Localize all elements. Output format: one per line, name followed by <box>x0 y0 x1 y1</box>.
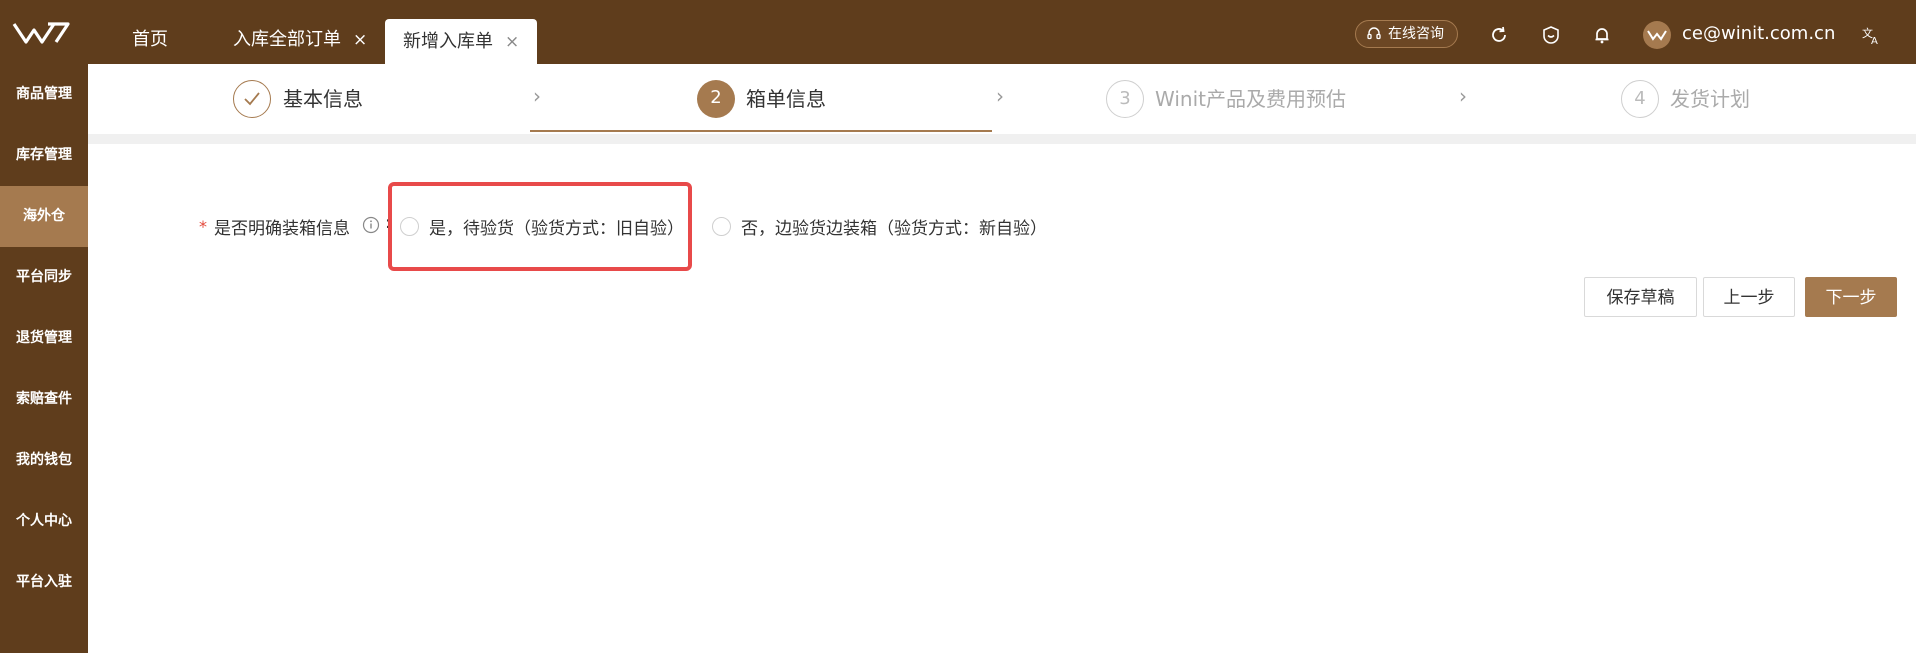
translate-icon[interactable]: 文 A <box>1860 24 1882 46</box>
next-step-button[interactable]: 下一步 <box>1805 277 1897 317</box>
previous-step-button[interactable]: 上一步 <box>1703 277 1795 317</box>
info-icon[interactable] <box>362 216 380 234</box>
tab-label: 首页 <box>132 29 168 50</box>
sidebar-item-returns[interactable]: 退货管理 <box>0 308 88 369</box>
winit-logo-icon[interactable] <box>12 20 70 46</box>
active-step-indicator <box>530 130 992 132</box>
tab-label: 入库全部订单 <box>233 29 341 50</box>
headset-icon <box>1367 27 1381 40</box>
tab-new-inbound[interactable]: 新增入库单 × <box>385 19 538 65</box>
chevron-right-icon: › <box>996 84 1004 108</box>
tab-label: 新增入库单 <box>403 31 493 52</box>
step-3-label: Winit产品及费用预估 <box>1155 87 1346 111</box>
consult-label: 在线咨询 <box>1388 26 1444 42</box>
close-icon[interactable]: × <box>505 20 519 65</box>
step-4-label: 发货计划 <box>1670 87 1750 111</box>
sidebar-item-product[interactable]: 商品管理 <box>0 64 88 125</box>
smile-icon[interactable] <box>1540 24 1562 46</box>
online-consult-button[interactable]: 在线咨询 <box>1355 20 1458 48</box>
top-bar: 首页 入库全部订单 × 新增入库单 × 在线咨询 ce@winit.com.cn 文… <box>0 0 1916 64</box>
divider <box>88 134 1916 144</box>
chevron-right-icon: › <box>1459 84 1467 108</box>
step-4-number: 4 <box>1621 80 1659 118</box>
user-email[interactable]: ce@winit.com.cn <box>1682 21 1835 47</box>
refresh-icon[interactable] <box>1488 24 1510 46</box>
svg-text:A: A <box>1871 36 1878 46</box>
tab-inbound-orders[interactable]: 入库全部订单 × <box>215 22 385 58</box>
bell-icon[interactable] <box>1591 24 1613 46</box>
step-2-number: 2 <box>697 80 735 118</box>
sidebar: 商品管理 库存管理 海外仓 平台同步 退货管理 索赔查件 我的钱包 个人中心 平… <box>0 64 88 653</box>
save-draft-button[interactable]: 保存草稿 <box>1584 277 1697 317</box>
chevron-right-icon: › <box>533 84 541 108</box>
packing-info-label: 是否明确装箱信息 <box>214 219 350 239</box>
step-2-label: 箱单信息 <box>746 87 826 111</box>
sidebar-item-overseas-warehouse[interactable]: 海外仓 <box>0 186 88 247</box>
sidebar-item-inventory[interactable]: 库存管理 <box>0 125 88 186</box>
radio-no-label[interactable]: 否，边验货边装箱（验货方式：新自验） <box>741 214 1047 239</box>
sidebar-item-personal-center[interactable]: 个人中心 <box>0 491 88 552</box>
step-3-number: 3 <box>1106 80 1144 118</box>
avatar[interactable] <box>1643 21 1671 49</box>
highlight-box <box>388 182 692 271</box>
sidebar-item-claims[interactable]: 索赔查件 <box>0 369 88 430</box>
sidebar-item-platform-join[interactable]: 平台入驻 <box>0 552 88 613</box>
sidebar-item-platform-sync[interactable]: 平台同步 <box>0 247 88 308</box>
tab-home[interactable]: 首页 <box>114 22 186 58</box>
required-mark: * <box>199 217 207 236</box>
radio-no-inspect-while-packing[interactable] <box>712 217 731 236</box>
sidebar-item-wallet[interactable]: 我的钱包 <box>0 430 88 491</box>
step-1-check-icon <box>233 80 271 118</box>
step-1-label: 基本信息 <box>283 87 363 111</box>
winit-logo-icon <box>1647 30 1667 41</box>
close-icon[interactable]: × <box>353 22 367 58</box>
